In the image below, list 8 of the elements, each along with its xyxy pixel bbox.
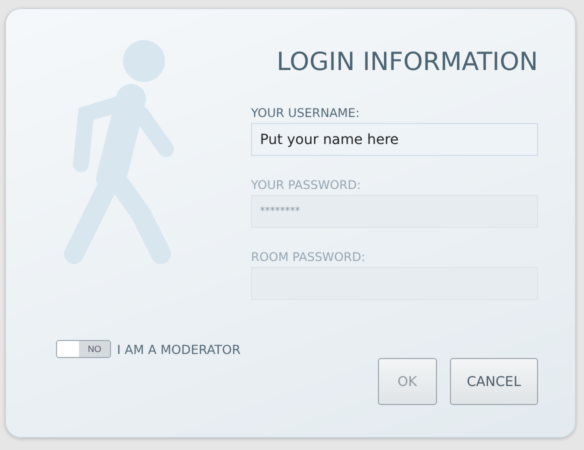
field-label: ROOM PASSWORD: <box>251 250 366 264</box>
toggle-label: I AM A MODERATOR <box>117 342 241 356</box>
field-label: YOUR USERNAME: <box>251 106 361 120</box>
dialog-button[interactable]: CANCEL <box>450 358 538 405</box>
field-label: YOUR PASSWORD: <box>251 178 362 192</box>
toggle-switch[interactable]: NO <box>56 340 111 358</box>
dialog-title: LOGIN INFORMATION <box>276 47 538 76</box>
input-field[interactable]: Put your name here <box>251 123 538 156</box>
